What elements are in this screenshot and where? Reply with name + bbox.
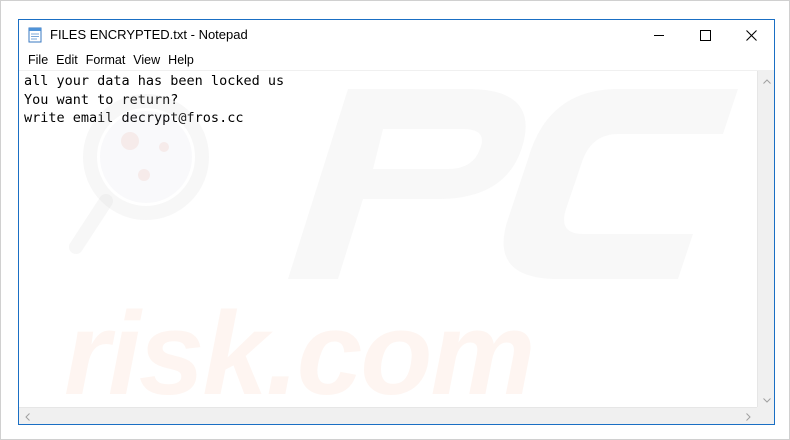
title-bar[interactable]: FILES ENCRYPTED.txt - Notepad xyxy=(19,20,774,50)
text-line: You want to return? xyxy=(24,91,179,108)
maximize-icon xyxy=(699,29,711,41)
screenshot-frame: FILES ENCRYPTED.txt - Notepad File Edit … xyxy=(0,0,790,440)
text-line: write email decrypt@fros.cc xyxy=(24,110,244,126)
vertical-scrollbar[interactable] xyxy=(757,71,774,407)
maximize-button[interactable] xyxy=(682,20,728,50)
minimize-button[interactable] xyxy=(636,20,682,50)
window-title: FILES ENCRYPTED.txt - Notepad xyxy=(50,27,248,42)
window-body: FILES ENCRYPTED.txt - Notepad File Edit … xyxy=(19,20,774,424)
text-line: all your data has been locked us xyxy=(24,73,285,89)
scroll-up-button[interactable] xyxy=(758,71,775,88)
chevron-up-icon xyxy=(762,71,771,89)
close-icon xyxy=(745,29,757,41)
chevron-left-icon xyxy=(25,408,30,426)
menu-edit[interactable]: Edit xyxy=(52,50,82,70)
notepad-icon xyxy=(28,27,42,43)
minimize-icon xyxy=(653,30,665,41)
menu-help[interactable]: Help xyxy=(164,50,198,70)
chevron-right-icon xyxy=(746,408,751,426)
menu-format[interactable]: Format xyxy=(82,50,130,70)
close-button[interactable] xyxy=(728,20,774,50)
horizontal-scrollbar[interactable] xyxy=(19,407,757,424)
scroll-right-button[interactable] xyxy=(740,408,757,425)
text-editor[interactable]: all your data has been locked us You wan… xyxy=(19,70,774,424)
menu-bar: File Edit Format View Help xyxy=(19,50,774,70)
notepad-window: FILES ENCRYPTED.txt - Notepad File Edit … xyxy=(18,19,775,425)
menu-file[interactable]: File xyxy=(24,50,52,70)
menu-view[interactable]: View xyxy=(129,50,164,70)
text-content[interactable]: all your data has been locked us You wan… xyxy=(24,72,756,406)
scroll-corner xyxy=(757,407,774,424)
scroll-down-button[interactable] xyxy=(758,390,775,407)
chevron-down-icon xyxy=(762,390,771,408)
scroll-left-button[interactable] xyxy=(19,408,36,425)
